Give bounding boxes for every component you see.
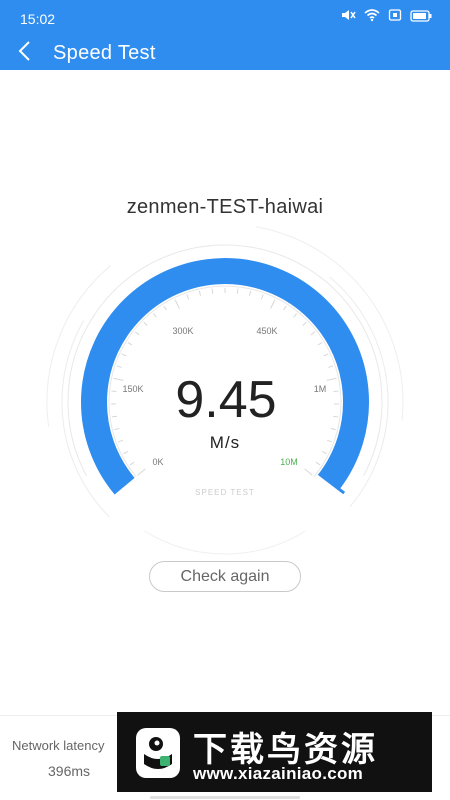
gauge-tick xyxy=(304,468,313,476)
gauge-tick xyxy=(113,377,124,381)
gauge-tick xyxy=(260,294,264,300)
tick-label-450k: 450K xyxy=(256,326,277,336)
gauge-tick xyxy=(111,415,117,418)
gauge-tick xyxy=(127,342,133,346)
gauge-tick xyxy=(326,439,332,443)
gauge-tick xyxy=(123,451,129,455)
gauge-tick xyxy=(143,321,148,326)
gauge-decor-ring xyxy=(144,530,306,555)
gauge-tick xyxy=(283,305,287,311)
gauge-tick xyxy=(116,365,122,368)
gauge-tick xyxy=(328,365,334,368)
tick-label-150k: 150K xyxy=(122,384,143,394)
gauge-tick xyxy=(198,290,201,296)
home-indicator xyxy=(150,796,300,799)
gauge-tick xyxy=(236,288,239,294)
gauge-tick xyxy=(114,427,120,431)
gauge-tick xyxy=(129,461,135,466)
gauge-tick xyxy=(152,313,157,318)
tick-label-10m: 10M xyxy=(280,457,298,467)
speed-value: 9.45 xyxy=(175,371,276,429)
latency-label: Network latency xyxy=(12,738,105,753)
gauge-tick xyxy=(333,415,339,418)
check-again-button[interactable]: Check again xyxy=(149,561,301,592)
tick-label-1m: 1M xyxy=(314,384,327,394)
gauge-tick xyxy=(249,290,252,296)
speed-gauge: 0K 150K 300K 450K 1M 10M 9.45 M/s SPEED … xyxy=(46,226,404,555)
gauge-tick xyxy=(118,439,124,443)
speed-unit: M/s xyxy=(210,433,240,452)
gauge-tick xyxy=(121,353,127,357)
gauge-tick xyxy=(293,313,298,318)
gauge-tick xyxy=(211,288,214,294)
gauge-tick xyxy=(310,331,316,336)
gauge-tick xyxy=(174,299,180,309)
gauge-tick xyxy=(186,294,190,300)
gauge-tick xyxy=(326,377,337,381)
gauge-caption: SPEED TEST xyxy=(195,488,255,497)
gauge-tick xyxy=(330,427,336,431)
latency-value: 396ms xyxy=(48,763,91,779)
watermark-banner: 下载鸟资源 www.xiazainiao.com xyxy=(117,712,432,792)
gauge-tick xyxy=(302,321,307,326)
gauge-tick xyxy=(134,331,140,336)
gauge-tick xyxy=(315,461,321,466)
watermark-url: www.xiazainiao.com xyxy=(193,764,364,783)
gauge-tick xyxy=(321,451,327,455)
gauge-tick xyxy=(137,468,146,476)
gauge-tick xyxy=(270,299,276,309)
gauge-tick xyxy=(163,305,167,311)
network-latency-stat: Network latency 396ms xyxy=(12,738,122,779)
tick-label-0k: 0K xyxy=(152,457,163,467)
gauge-tick xyxy=(317,342,323,346)
gauge-tick xyxy=(323,353,329,357)
bird-logo-icon xyxy=(130,724,186,787)
tick-label-300k: 300K xyxy=(172,326,193,336)
